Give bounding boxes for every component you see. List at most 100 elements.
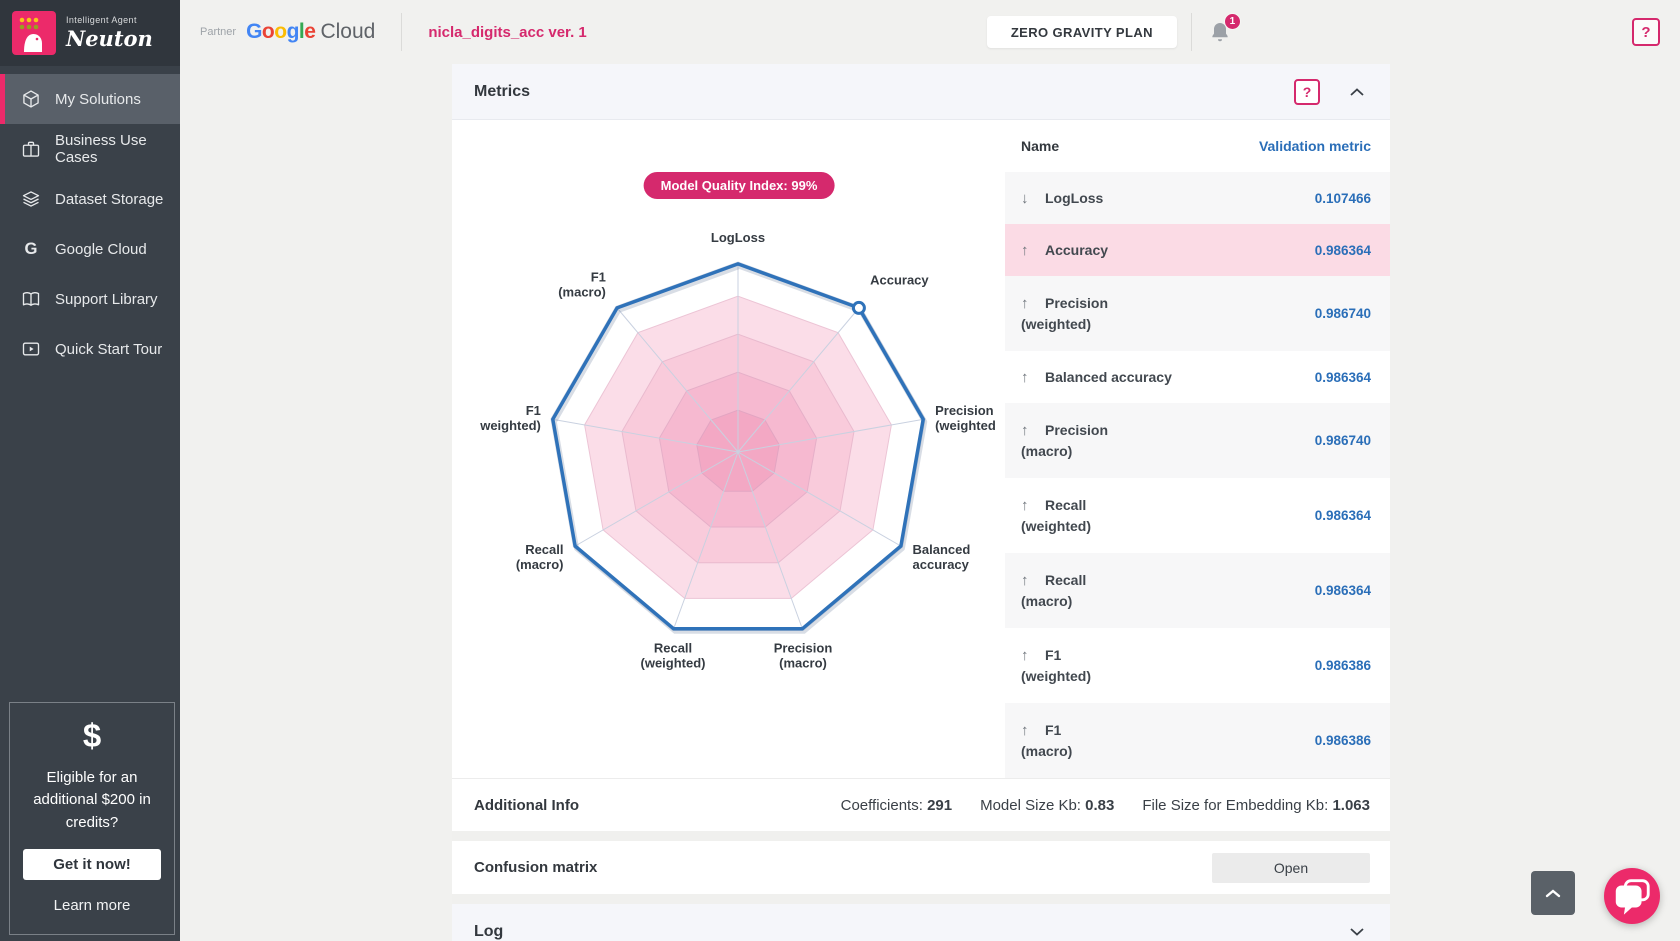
column-validation-metric-header[interactable]: Validation metric — [1259, 138, 1371, 154]
log-section-header: Log — [452, 904, 1390, 941]
sidebar-item-label: My Solutions — [55, 91, 141, 108]
metric-row-logloss[interactable]: ↓LogLoss0.107466 — [1005, 172, 1390, 224]
section-divider — [452, 831, 1390, 841]
sidebar-item-business-use-cases[interactable]: Business Use Cases — [0, 124, 180, 174]
scroll-to-top-button[interactable] — [1531, 871, 1575, 915]
arrow-up-icon: ↑ — [1021, 420, 1037, 441]
brand-tagline: Intelligent Agent — [66, 15, 153, 25]
help-button[interactable]: ? — [1632, 18, 1660, 46]
sidebar-item-quick-start-tour[interactable]: Quick Start Tour — [0, 324, 180, 374]
sidebar-item-label: Business Use Cases — [55, 132, 180, 166]
radar-axis-label-f1-macro: F1(macro) — [558, 270, 606, 300]
arrow-up-icon: ↑ — [1021, 240, 1037, 261]
additional-info-model-size-kb: Model Size Kb: 0.83 — [980, 797, 1114, 814]
metric-name-line2: (macro) — [1021, 591, 1086, 612]
dollar-icon: $ — [23, 719, 161, 752]
sidebar-item-support-library[interactable]: Support Library — [0, 274, 180, 324]
promo-text: Eligible for an additional $200 in credi… — [23, 767, 161, 835]
metrics-section-header: Metrics ? — [452, 64, 1390, 120]
radar-chart: LogLossAccuracyPrecision(weightedBalance… — [452, 120, 1005, 778]
sidebar-item-label: Support Library — [55, 291, 158, 308]
arrow-up-icon: ↑ — [1021, 645, 1037, 666]
additional-info-coefficients: Coefficients: 291 — [841, 797, 952, 814]
metrics-help-button[interactable]: ? — [1294, 79, 1320, 105]
notification-badge: 1 — [1224, 13, 1241, 30]
metric-name-line2: (weighted) — [1021, 314, 1108, 335]
metric-row-recall-macro[interactable]: ↑Recall(macro)0.986364 — [1005, 553, 1390, 628]
top-header: Partner GoogleCloud nicla_digits_acc ver… — [180, 0, 1680, 64]
google-cloud-logo: GoogleCloud — [246, 20, 375, 44]
metric-value: 0.986364 — [1315, 243, 1371, 258]
metrics-card: Metrics ? Model Quality Index: 99% LogLo… — [452, 64, 1390, 941]
metric-name-line2: (weighted) — [1021, 516, 1091, 537]
additional-info-file-size-for-embedding-kb: File Size for Embedding Kb: 1.063 — [1142, 797, 1370, 814]
metric-value: 0.107466 — [1315, 191, 1371, 206]
chevron-down-icon — [1350, 928, 1364, 936]
radar-axis-label-balanced-accuracy: Balancedaccuracy — [913, 542, 971, 572]
brand-name: Neuton — [66, 26, 153, 51]
metric-name: Accuracy — [1045, 240, 1108, 261]
chat-widget-button[interactable] — [1604, 868, 1660, 924]
metric-name: F1 — [1045, 645, 1061, 666]
metric-row-recall-weighted[interactable]: ↑Recall(weighted)0.986364 — [1005, 478, 1390, 553]
arrow-up-icon: ↑ — [1021, 720, 1037, 741]
metric-row-precision-weighted[interactable]: ↑Precision(weighted)0.986740 — [1005, 276, 1390, 351]
metric-name: Recall — [1045, 570, 1086, 591]
arrow-down-icon: ↓ — [1021, 188, 1037, 209]
get-it-now-button[interactable]: Get it now! — [23, 849, 161, 880]
sidebar-item-label: Google Cloud — [55, 241, 147, 258]
metric-value: 0.986386 — [1315, 658, 1371, 673]
cube-icon — [21, 89, 41, 109]
project-title[interactable]: nicla_digits_acc ver. 1 — [428, 24, 586, 41]
metric-row-f1-weighted[interactable]: ↑ F1(weighted) 0.986386 — [1005, 628, 1390, 703]
google-logo-letter: e — [304, 20, 315, 43]
main-content: Metrics ? Model Quality Index: 99% LogLo… — [180, 0, 1680, 941]
metric-name: Balanced accuracy — [1045, 367, 1172, 388]
google-logo-letter: g — [287, 20, 299, 43]
google-logo-letter: o — [274, 20, 286, 43]
metric-value: 0.986740 — [1315, 306, 1371, 321]
sidebar-item-my-solutions[interactable]: My Solutions — [0, 74, 180, 124]
metric-row-precision-macro[interactable]: ↑Precision(macro)0.986740 — [1005, 403, 1390, 478]
learn-more-link[interactable]: Learn more — [23, 897, 161, 914]
briefcase-icon — [21, 139, 41, 159]
additional-info-title: Additional Info — [474, 797, 579, 814]
brand-logo[interactable]: Intelligent Agent Neuton — [0, 0, 180, 66]
additional-info-section: Additional Info Coefficients: 291 Model S… — [452, 778, 1390, 831]
sidebar-item-label: Dataset Storage — [55, 191, 163, 208]
column-name-header: Name — [1021, 138, 1059, 154]
google-cloud-wordmark: Cloud — [320, 20, 375, 43]
metric-row-f1-macro[interactable]: ↑F1(macro)0.986386 — [1005, 703, 1390, 778]
radar-marker-accuracy[interactable] — [853, 302, 864, 313]
metric-value: 0.986364 — [1315, 370, 1371, 385]
metrics-collapse-button[interactable] — [1346, 84, 1368, 100]
sidebar-item-label: Quick Start Tour — [55, 341, 162, 358]
metric-name: F1 — [1045, 720, 1061, 741]
header-divider — [1191, 13, 1192, 51]
metrics-table-header: Name Validation metric — [1005, 120, 1390, 172]
log-title: Log — [474, 923, 503, 941]
sidebar-item-google-cloud[interactable]: G Google Cloud — [0, 224, 180, 274]
chat-bubble-icon — [1611, 875, 1653, 917]
radar-axis-label-precision-macro: Precision(macro) — [774, 641, 833, 671]
log-expand-button[interactable] — [1346, 924, 1368, 940]
svg-text:G: G — [25, 239, 38, 258]
metric-row-balanced-accuracy[interactable]: ↑Balanced accuracy0.986364 — [1005, 351, 1390, 403]
metric-value: 0.986364 — [1315, 508, 1371, 523]
confusion-matrix-open-button[interactable]: Open — [1212, 853, 1370, 883]
confusion-matrix-section: Confusion matrix Open — [452, 841, 1390, 894]
radar-axis-label-recall-macro: Recall(macro) — [516, 542, 564, 572]
metric-name-line2: (weighted) — [1021, 666, 1091, 687]
header-divider — [401, 13, 402, 51]
sidebar-menu: My Solutions Business Use Cases Dataset St… — [0, 74, 180, 374]
sidebar: Intelligent Agent Neuton My Solutions Bus… — [0, 0, 180, 941]
metric-row-accuracy[interactable]: ↑ Accuracy 0.986364 — [1005, 224, 1390, 276]
arrow-up-icon: ↑ — [1021, 293, 1037, 314]
radar-axis-label-recall-weighted: Recall(weighted) — [641, 641, 706, 671]
metric-name-line2: (macro) — [1021, 441, 1108, 462]
metric-name: Precision — [1045, 420, 1108, 441]
google-logo-letter: G — [246, 20, 262, 43]
notifications-button[interactable]: 1 — [1208, 20, 1232, 44]
sidebar-item-dataset-storage[interactable]: Dataset Storage — [0, 174, 180, 224]
zero-gravity-plan-button[interactable]: ZERO GRAVITY PLAN — [987, 16, 1177, 48]
